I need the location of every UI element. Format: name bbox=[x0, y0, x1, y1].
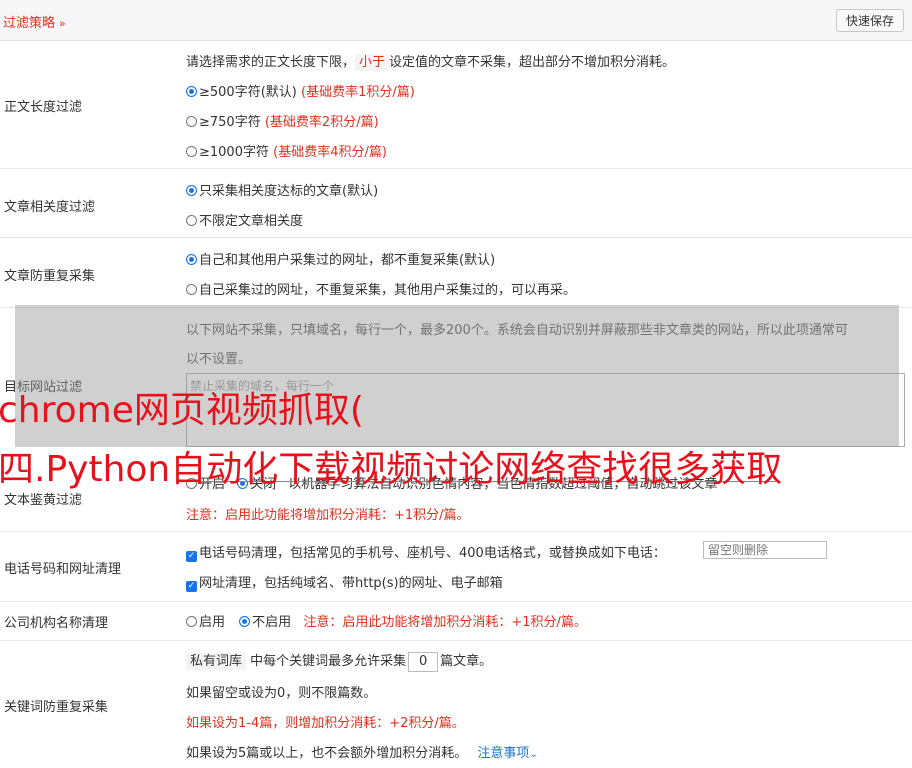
option-text: 电话号码清理，包括常见的手机号、座机号、400电话格式，或替换成如下电话： bbox=[199, 546, 666, 561]
keyword-dup-line2: 如果留空或设为0，则不限篇数。 bbox=[186, 686, 377, 701]
length-option-500[interactable]: ≥500字符(默认) (基础费率1积分/篇) bbox=[186, 81, 415, 100]
org-clean-options: 启用 不启用 注意：启用此功能将增加积分消耗：+1积分/篇。 bbox=[186, 611, 587, 630]
notes-link-text: 注意事项 bbox=[477, 746, 530, 761]
url-clean-option[interactable]: ✓ 网址清理，包括纯域名、带http(s)的网址、电子邮箱 bbox=[186, 572, 503, 592]
keyword-dup-label: 关键词防重复采集 bbox=[4, 700, 109, 715]
relevance-option-required[interactable]: 只采集相关度达标的文章(默认) bbox=[186, 180, 378, 199]
double-chevron-down-icon: » bbox=[59, 17, 66, 30]
option-note: (基础费率4积分/篇) bbox=[273, 145, 387, 160]
phone-clean-option[interactable]: ✓ 电话号码清理，包括常见的手机号、座机号、400电话格式，或替换成如下电话： bbox=[186, 542, 666, 562]
option-text: 只采集相关度达标的文章(默认) bbox=[199, 184, 379, 199]
option-text: 自己和其他用户采集过的网址，都不重复采集(默认) bbox=[199, 253, 496, 268]
relevance-filter-row: 文章相关度过滤 只采集相关度达标的文章(默认) 不限定文章相关度 bbox=[0, 169, 912, 238]
private-lexicon-tag: 私有词库 bbox=[186, 653, 247, 670]
org-opt-off: 不启用 bbox=[252, 615, 292, 630]
watermark-line1: chrome网页视频抓取( bbox=[0, 390, 364, 431]
keyword-dup-row: 关键词防重复采集 私有词库 中每个关键词最多允许采集 0 篇文章。 如果留空或设为0… bbox=[0, 641, 912, 768]
length-filter-label: 正文长度过滤 bbox=[4, 100, 83, 115]
dup-option-self[interactable]: 自己采集过的网址，不重复采集，其他用户采集过的，可以再采。 bbox=[186, 279, 576, 298]
checkbox-checked-icon[interactable]: ✓ bbox=[186, 581, 197, 592]
keyword-dup-line4: 如果设为5篇或以上，也不会额外增加积分消耗。 注意事项⌄ bbox=[186, 742, 538, 761]
section-title-text: 过滤策略 bbox=[3, 16, 56, 31]
option-text: ≥500字符(默认) bbox=[199, 85, 297, 100]
desc-pre: 请选择需求的正文长度下限， bbox=[186, 55, 356, 70]
option-text: 不限定文章相关度 bbox=[199, 214, 304, 229]
keyword-dup-mid: 中每个关键词最多允许采集 bbox=[250, 654, 407, 669]
keyword-dup-line4-text: 如果设为5篇或以上，也不会额外增加积分消耗。 bbox=[186, 746, 468, 761]
desc-post: 设定值的文章不采集，超出部分不增加积分消耗。 bbox=[389, 55, 676, 70]
dup-option-all[interactable]: 自己和其他用户采集过的网址，都不重复采集(默认) bbox=[186, 249, 495, 268]
dup-filter-row: 文章防重复采集 自己和其他用户采集过的网址，都不重复采集(默认) 自己采集过的网… bbox=[0, 238, 912, 308]
option-text: 网址清理，包括纯域名、带http(s)的网址、电子邮箱 bbox=[199, 576, 503, 591]
relevance-filter-label: 文章相关度过滤 bbox=[4, 200, 96, 215]
radio-unchecked-icon[interactable] bbox=[186, 215, 197, 226]
option-note: (基础费率1积分/篇) bbox=[301, 85, 415, 100]
relevance-option-unlimited[interactable]: 不限定文章相关度 bbox=[186, 210, 303, 229]
porn-filter-label: 文本鉴黄过滤 bbox=[4, 493, 83, 508]
watermark-line2: 四.Python自动化下载视频讨论网络查找很多获取 bbox=[0, 449, 783, 490]
radio-checked-icon[interactable] bbox=[186, 185, 197, 196]
org-opt-on: 启用 bbox=[199, 615, 226, 630]
option-text: 自己采集过的网址，不重复采集，其他用户采集过的，可以再采。 bbox=[199, 283, 577, 298]
length-option-1000[interactable]: ≥1000字符 (基础费率4积分/篇) bbox=[186, 141, 387, 160]
radio-checked-icon[interactable] bbox=[186, 254, 197, 265]
length-filter-desc: 请选择需求的正文长度下限， 小于 设定值的文章不采集，超出部分不增加积分消耗。 bbox=[186, 51, 676, 71]
section-title[interactable]: 过滤策略» bbox=[3, 12, 66, 31]
radio-unchecked-icon[interactable] bbox=[186, 284, 197, 295]
option-text: ≥750字符 bbox=[199, 115, 261, 130]
option-note: (基础费率2积分/篇) bbox=[264, 115, 379, 130]
keyword-dup-line3: 如果设为1-4篇，则增加积分消耗：+2积分/篇。 bbox=[186, 716, 465, 731]
max-articles-input[interactable]: 0 bbox=[408, 651, 439, 672]
porn-filter-note: 注意：启用此功能将增加积分消耗：+1积分/篇。 bbox=[186, 508, 470, 523]
radio-checked-icon[interactable] bbox=[239, 616, 251, 627]
keyword-dup-line1: 私有词库 中每个关键词最多允许采集 0 篇文章。 bbox=[186, 650, 492, 672]
filter-strategy-header: 过滤策略» 快速保存 bbox=[0, 0, 912, 41]
checkbox-checked-icon[interactable]: ✓ bbox=[186, 551, 197, 562]
radio-unchecked-icon[interactable] bbox=[186, 146, 197, 157]
org-clean-row: 公司机构名称清理 启用 不启用 注意：启用此功能将增加积分消耗：+1积分/篇。 bbox=[0, 602, 912, 641]
quick-save-button[interactable]: 快速保存 bbox=[836, 9, 904, 32]
option-text: ≥1000字符 bbox=[199, 145, 269, 160]
replacement-phone-input[interactable] bbox=[703, 541, 827, 559]
org-clean-note: 注意：启用此功能将增加积分消耗：+1积分/篇。 bbox=[303, 615, 587, 630]
radio-checked-icon[interactable] bbox=[186, 86, 197, 97]
radio-unchecked-icon[interactable] bbox=[186, 116, 197, 127]
keyword-dup-post: 篇文章。 bbox=[440, 654, 493, 669]
phone-clean-label: 电话号码和网址清理 bbox=[4, 562, 122, 577]
org-clean-label: 公司机构名称清理 bbox=[4, 616, 109, 631]
chevron-down-icon: ⌄ bbox=[529, 749, 538, 760]
dup-filter-label: 文章防重复采集 bbox=[4, 269, 96, 284]
length-filter-row: 正文长度过滤 请选择需求的正文长度下限， 小于 设定值的文章不采集，超出部分不增加积… bbox=[0, 41, 912, 169]
notes-link[interactable]: 注意事项⌄ bbox=[477, 746, 537, 761]
less-than-tag: 小于 bbox=[355, 54, 390, 71]
length-option-750[interactable]: ≥750字符 (基础费率2积分/篇) bbox=[186, 111, 379, 130]
radio-unchecked-icon[interactable] bbox=[186, 616, 197, 627]
